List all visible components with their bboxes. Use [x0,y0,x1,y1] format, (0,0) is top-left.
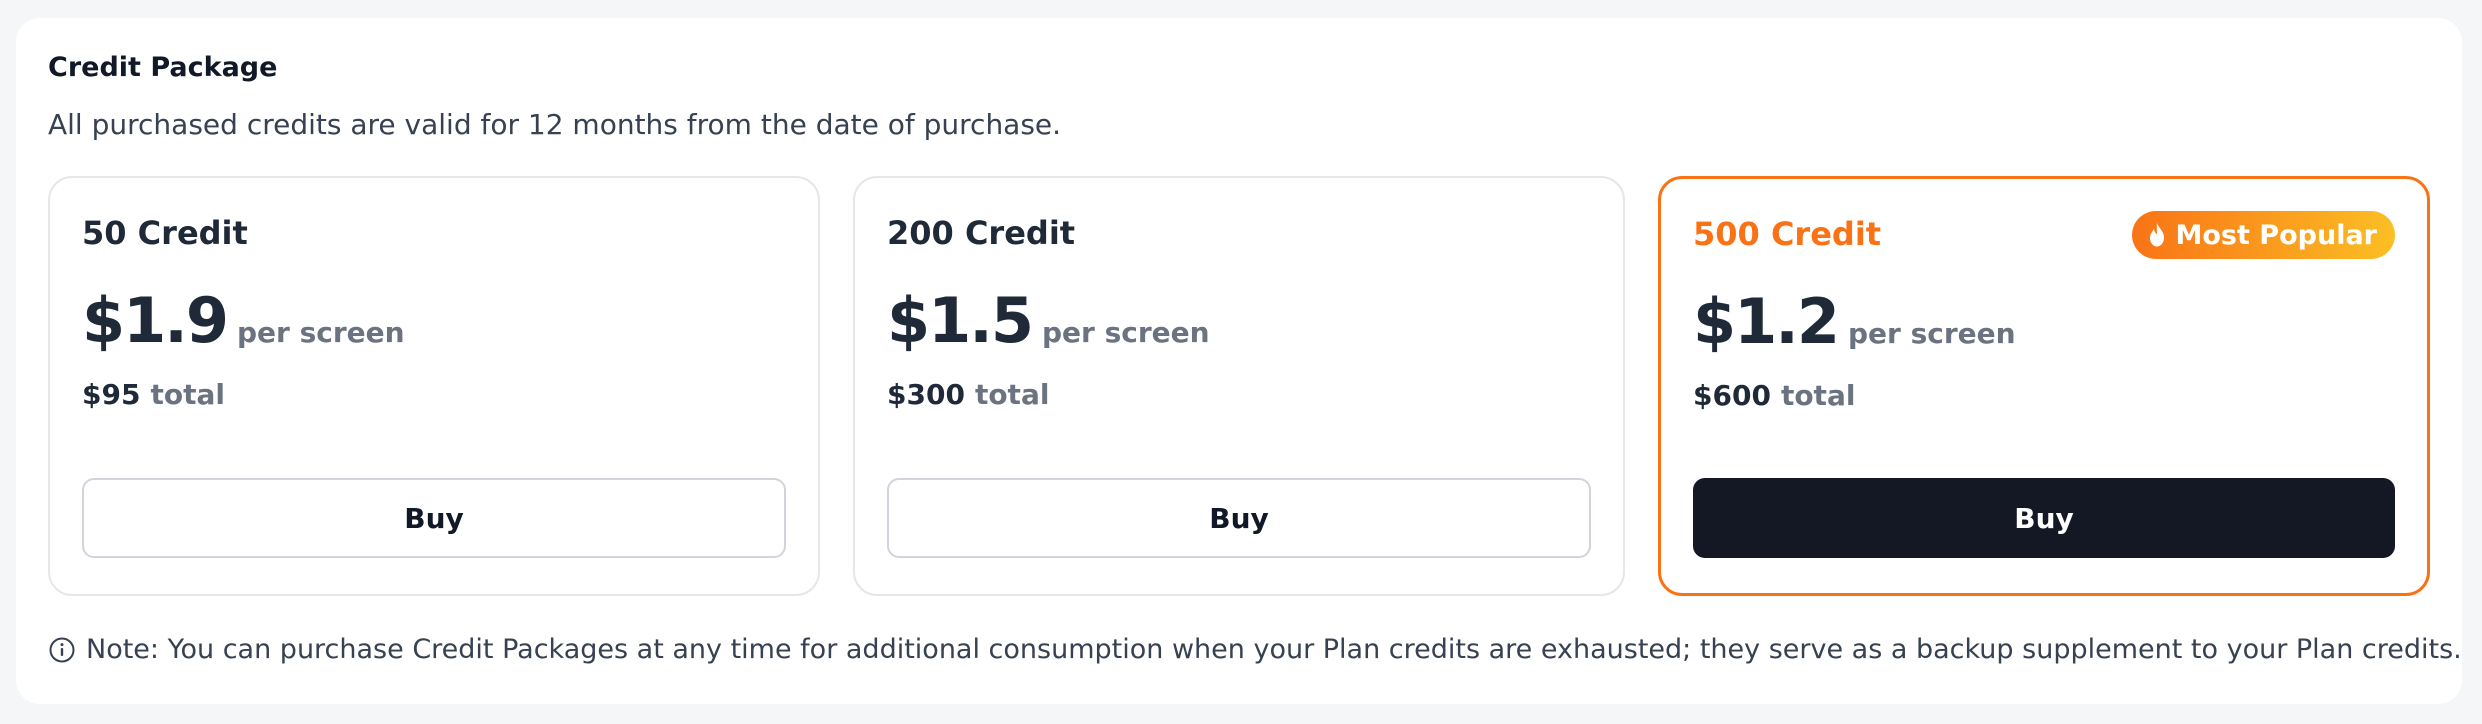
price-row: $1.2 per screen [1693,285,2016,358]
total-label: total [974,378,1050,411]
total-row: $300 total [887,378,1049,411]
section-title: Credit Package [48,52,278,83]
info-icon [48,636,76,664]
total-row: $95 total [82,378,225,411]
package-name: 200 Credit [887,214,1076,252]
badge-label: Most Popular [2175,219,2377,251]
package-name: 500 Credit [1693,215,1882,253]
price-unit: per screen [1041,316,1210,349]
total-amount: $600 [1693,379,1771,412]
credit-package-panel: Credit Package All purchased credits are… [16,18,2462,704]
price-per-screen: $1.9 [82,284,229,357]
total-amount: $95 [82,378,141,411]
note-text: Note: You can purchase Credit Packages a… [86,634,2462,665]
note: Note: You can purchase Credit Packages a… [48,634,2462,665]
most-popular-badge: Most Popular [2131,211,2395,259]
price-unit: per screen [1847,317,2016,350]
package-card-500: 500 Credit Most Popular $1.2 per screen … [1658,176,2430,596]
price-unit: per screen [236,316,405,349]
total-amount: $300 [887,378,965,411]
price-row: $1.5 per screen [887,284,1210,357]
buy-button-500[interactable]: Buy [1693,478,2395,558]
price-row: $1.9 per screen [82,284,405,357]
buy-button-50[interactable]: Buy [82,478,786,558]
section-subtitle: All purchased credits are valid for 12 m… [48,108,1062,141]
flame-icon [2146,222,2168,248]
total-label: total [150,378,225,411]
total-row: $600 total [1693,379,1855,412]
buy-button-200[interactable]: Buy [887,478,1591,558]
price-per-screen: $1.2 [1693,285,1840,358]
price-per-screen: $1.5 [887,284,1034,357]
total-label: total [1780,379,1856,412]
package-name: 50 Credit [82,214,248,252]
package-card-50: 50 Credit $1.9 per screen $95 total Buy [48,176,820,596]
package-card-200: 200 Credit $1.5 per screen $300 total Bu… [853,176,1625,596]
